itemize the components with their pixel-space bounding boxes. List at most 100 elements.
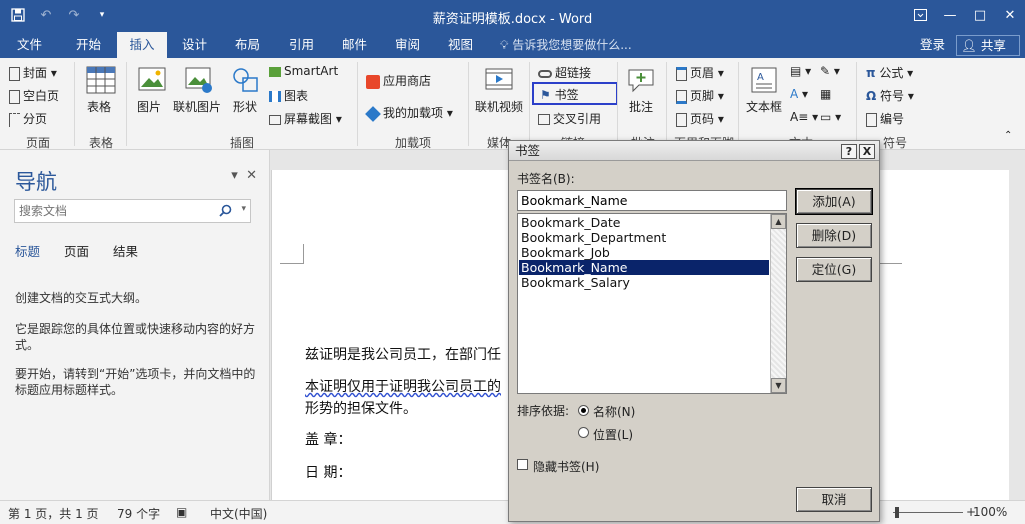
cancel-button[interactable]: 取消 [796,487,872,512]
nav-pane-controls: ▾ ✕ [231,168,257,183]
scroll-down-icon[interactable]: ▼ [771,378,786,393]
chart-button[interactable]: 图表 [269,87,308,104]
cross-reference-button[interactable]: 交叉引用 [538,110,601,127]
dialog-help-button[interactable]: ? [841,144,857,159]
my-addins-button[interactable]: 我的加载项 ▾ [365,104,453,122]
textbox-button[interactable]: 文本框 [746,98,782,115]
close-icon[interactable]: ✕ [995,0,1025,30]
symbol-button[interactable]: Ω 符号 ▾ [866,87,914,104]
maximize-icon[interactable]: □ [965,0,995,30]
store-button[interactable]: 应用商店 [366,72,431,89]
nav-tab-headings[interactable]: 标题 [15,241,40,260]
add-button[interactable]: 添加(A) [795,188,873,215]
zoom-slider[interactable] [893,512,963,513]
hidden-bookmarks-checkbox[interactable] [517,459,528,470]
page-count[interactable]: 第 1 页，共 1 页 [8,505,99,522]
smartart-button[interactable]: SmartArt [269,64,338,78]
datetime-icon[interactable]: ▦ [820,87,831,101]
quick-parts-icon[interactable]: ▤ ▾ [790,64,811,78]
screenshot-button[interactable]: 屏幕截图 ▾ [269,110,342,127]
wordart-icon[interactable]: A ▾ [790,87,808,101]
picture-button[interactable]: 图片 [137,98,161,115]
list-item[interactable]: Bookmark_Date [519,215,769,230]
nav-close-icon[interactable]: ✕ [246,168,257,183]
sort-by-name-label[interactable]: 名称(N) [593,403,635,420]
footer-button[interactable]: 页脚 ▾ [676,87,724,104]
tab-mailings[interactable]: 邮件 [338,32,371,58]
ribbon-display-icon[interactable] [905,0,935,30]
nav-tab-pages[interactable]: 页面 [64,241,89,260]
tab-review[interactable]: 审阅 [391,32,424,58]
search-icon[interactable] [219,204,232,220]
search-dropdown-icon[interactable]: ▾ [241,204,246,214]
list-item[interactable]: Bookmark_Salary [519,275,769,290]
dialog-close-button[interactable]: X [859,144,875,159]
tab-design[interactable]: 设计 [178,32,211,58]
online-picture-button[interactable]: 联机图片 [173,98,221,115]
bookmark-dialog: 书签 ? X 书签名(B): Bookmark_Date Bookmark_De… [508,140,880,522]
delete-button[interactable]: 删除(D) [796,223,872,248]
tell-me-box[interactable]: 💡︎ 告诉我您想要做什么... [500,32,632,58]
header-button[interactable]: 页眉 ▾ [676,64,724,81]
group-separator [666,62,667,146]
sort-by-position-label[interactable]: 位置(L) [593,426,633,443]
blank-page-button[interactable]: 空白页 [9,87,59,104]
tell-me-text: 告诉我您想要做什么... [512,38,632,52]
list-item-selected[interactable]: Bookmark_Name [519,260,769,275]
group-label-illustrations: 插图 [229,136,254,150]
group-label-addins: 加载项 [394,136,431,150]
tab-references[interactable]: 引用 [285,32,318,58]
crop-mark [878,263,902,264]
collapse-ribbon-icon[interactable]: ⌃ [1004,130,1012,141]
list-item[interactable]: Bookmark_Job [519,245,769,260]
navigation-pane: 导航 ▾ ✕ ▾ 标题 页面 结果 创建文档的交互式大纲。 它是跟踪您的具体位置… [0,150,270,500]
numbering-button[interactable]: 编号 [866,110,904,127]
page-break-button[interactable]: 分页 [9,110,47,127]
goto-button[interactable]: 定位(G) [796,257,872,282]
dialog-title-bar: 书签 [509,141,879,161]
ribbon-tab-bar: 文件 开始 插入 设计 布局 引用 邮件 审阅 视图 💡︎ 告诉我您想要做什么.… [0,32,1025,59]
tab-insert[interactable]: 插入 [117,32,167,59]
page-number-button[interactable]: 页码 ▾ [676,110,724,127]
zoom-level[interactable]: 100% [973,505,1007,519]
ribbon: 封面 ▾ 空白页 分页 页面 表格 表格 图片 联机图片 形状 SmartArt… [0,58,1025,150]
dropcap-icon[interactable]: A≡ ▾ [790,110,818,124]
shapes-button[interactable]: 形状 [233,98,257,115]
zoom-slider-thumb[interactable] [895,507,899,518]
tab-home[interactable]: 开始 [72,32,105,58]
nav-search-input[interactable] [15,200,205,222]
bookmark-name-input[interactable] [518,191,786,210]
shapes-icon [231,66,261,96]
table-button[interactable]: 表格 [87,98,111,115]
language-indicator[interactable]: 中文(中国) [210,505,267,522]
cover-page-icon [9,66,20,81]
list-item[interactable]: Bookmark_Department [519,230,769,245]
online-video-button[interactable]: 联机视频 [475,98,523,115]
tab-layout[interactable]: 布局 [231,32,264,58]
proofing-icon[interactable]: ▣ [176,505,187,519]
hidden-bookmarks-label[interactable]: 隐藏书签(H) [533,458,599,475]
sort-by-name-radio[interactable] [578,405,589,416]
minimize-icon[interactable]: — [935,0,965,30]
equation-button[interactable]: π 公式 ▾ [866,64,913,81]
omega-icon: Ω [866,89,877,103]
nav-tab-results[interactable]: 结果 [113,241,138,260]
object-icon[interactable]: ▭ ▾ [820,110,841,124]
share-button[interactable]: 👤︎ 共享 [956,35,1020,56]
bookmark-button[interactable]: ⚑ 书签 [532,82,618,105]
hyperlink-button[interactable]: 超链接 [538,64,591,81]
group-separator [529,62,530,146]
comment-button[interactable]: 批注 [629,98,653,115]
sign-in-button[interactable]: 登录 [920,32,945,58]
scroll-up-icon[interactable]: ▲ [771,214,786,229]
tab-file[interactable]: 文件 [13,32,46,58]
sort-by-position-radio[interactable] [578,427,589,438]
nav-options-icon[interactable]: ▾ [231,168,238,183]
word-count[interactable]: 79 个字 [117,505,160,522]
list-scrollbar[interactable]: ▲ ▼ [770,214,786,393]
tab-view[interactable]: 视图 [444,32,477,58]
blank-page-icon [9,89,20,104]
lightbulb-icon: 💡︎ [500,38,509,52]
signature-line-icon[interactable]: ✎ ▾ [820,64,840,78]
cover-page-button[interactable]: 封面 ▾ [9,64,57,81]
